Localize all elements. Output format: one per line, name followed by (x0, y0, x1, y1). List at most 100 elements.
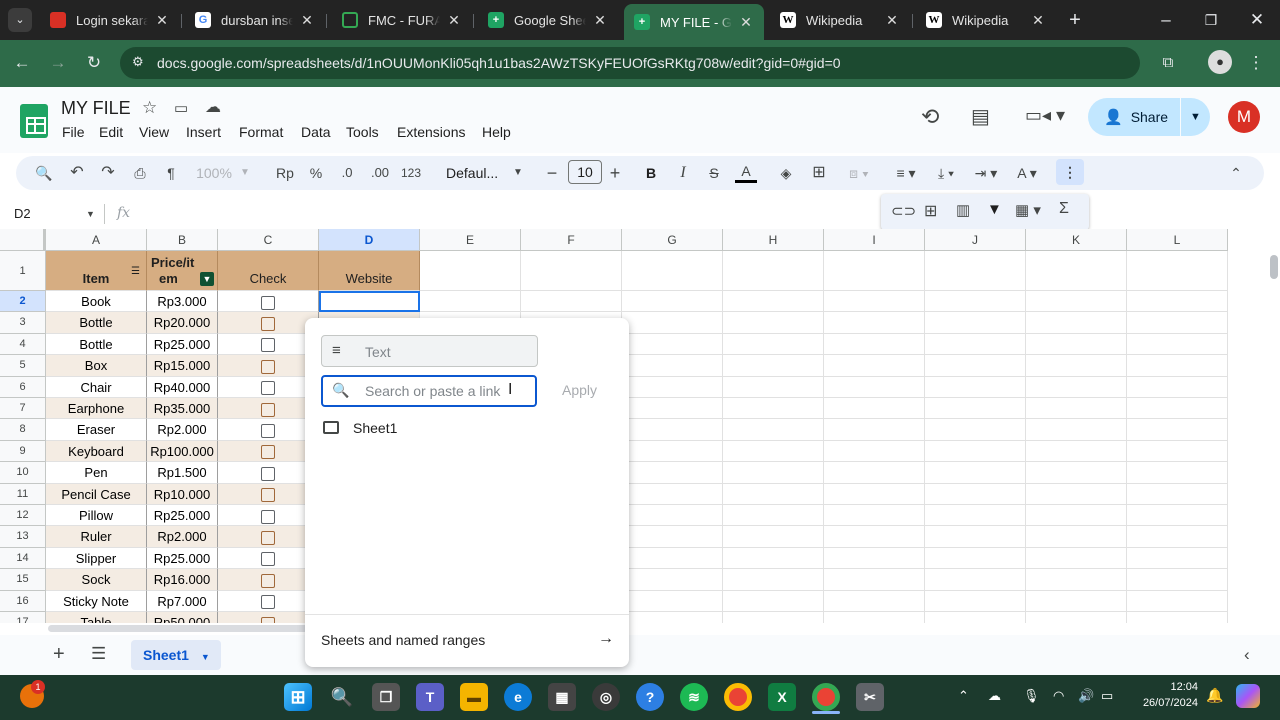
column-header[interactable]: J (925, 229, 1026, 251)
column-header[interactable]: G (622, 229, 723, 251)
column-header[interactable]: K (1026, 229, 1127, 251)
cell[interactable] (925, 569, 1026, 591)
address-bar[interactable]: ⚙ docs.google.com/spreadsheets/d/1nOUUMo… (120, 47, 1140, 79)
fill-color-icon[interactable]: ◈ (776, 163, 796, 183)
price-cell[interactable]: Rp2.000 (147, 419, 218, 441)
checkbox[interactable] (261, 316, 275, 331)
cell[interactable] (1127, 569, 1228, 591)
cell[interactable] (1127, 590, 1228, 612)
price-cell[interactable]: Rp20.000 (147, 312, 218, 334)
zoom-select[interactable]: 100% (192, 163, 236, 183)
price-cell[interactable]: Rp100.000 (147, 440, 218, 463)
add-sheet-icon[interactable]: + (53, 643, 65, 666)
browser-tab-active[interactable]: + MY FILE - Google ✕ (624, 4, 764, 40)
wifi-icon[interactable]: ◠ (1053, 688, 1064, 704)
close-icon[interactable]: ✕ (738, 14, 754, 31)
cell[interactable] (723, 462, 824, 484)
cell[interactable] (723, 505, 824, 527)
price-cell[interactable]: Rp16.000 (147, 569, 218, 591)
cell[interactable] (925, 251, 1026, 291)
row-header[interactable]: 17 (0, 612, 46, 623)
name-box[interactable]: D2 (14, 206, 31, 221)
redo-icon[interactable]: ↷ (98, 163, 118, 183)
restore-icon[interactable]: ❐ (1199, 8, 1223, 32)
checkbox[interactable] (261, 595, 275, 610)
filter-views-icon[interactable]: ▦ ▾ (1015, 201, 1041, 219)
clock-date[interactable]: 26/07/2024 (1128, 697, 1198, 709)
cell[interactable] (723, 398, 824, 420)
vertical-scrollbar-thumb[interactable] (1270, 255, 1278, 279)
decrease-font-size-icon[interactable]: − (543, 163, 561, 183)
cell[interactable] (1026, 251, 1127, 291)
cell[interactable] (1026, 291, 1127, 313)
cell[interactable] (1026, 312, 1127, 334)
cell[interactable] (420, 251, 521, 291)
checkbox[interactable] (261, 445, 275, 460)
filter-icon[interactable]: ▼ (987, 201, 1002, 218)
cell[interactable] (824, 526, 925, 548)
cell[interactable] (925, 526, 1026, 548)
menu-tools[interactable]: Tools (346, 124, 379, 140)
name-box-dropdown-icon[interactable]: ▼ (86, 209, 95, 219)
search-menus-icon[interactable]: 🔍 (34, 163, 54, 183)
menu-format[interactable]: Format (239, 124, 283, 140)
column-header[interactable]: L (1127, 229, 1228, 251)
font-dropdown-icon[interactable]: ▼ (511, 163, 525, 183)
row-header[interactable]: 12 (0, 505, 46, 527)
checkbox[interactable] (261, 359, 275, 374)
cell[interactable] (1127, 483, 1228, 505)
apply-button[interactable]: Apply (562, 382, 597, 398)
column-header[interactable]: H (723, 229, 824, 251)
cell[interactable] (1127, 547, 1228, 570)
menu-insert[interactable]: Insert (186, 124, 221, 140)
move-folder-icon[interactable]: ▭ (174, 99, 188, 117)
increase-font-size-icon[interactable]: + (606, 163, 624, 183)
item-cell[interactable]: Pen (46, 462, 147, 484)
more-options-icon[interactable]: ⋮ (1056, 159, 1084, 185)
cell[interactable] (723, 419, 824, 441)
cell[interactable] (521, 291, 622, 313)
price-cell[interactable]: Rp25.000 (147, 505, 218, 527)
checkbox[interactable] (261, 530, 275, 545)
header-cell-price[interactable]: Price/it em ▼ (147, 251, 218, 291)
cell[interactable] (1127, 333, 1228, 356)
cell[interactable] (723, 251, 824, 291)
row-header[interactable]: 14 (0, 547, 46, 570)
cell[interactable] (1127, 251, 1228, 291)
browser-tab[interactable]: G dursban insekt ✕ (185, 6, 325, 34)
cell[interactable] (824, 333, 925, 356)
cell[interactable] (925, 612, 1026, 623)
sheet-tab-dropdown-icon[interactable]: ▼ (201, 652, 210, 662)
cell[interactable] (622, 376, 723, 398)
column-header[interactable]: E (420, 229, 521, 251)
cell[interactable] (723, 355, 824, 377)
cell[interactable] (1026, 419, 1127, 441)
site-info-icon[interactable]: ⚙ (132, 54, 144, 70)
cell[interactable] (925, 483, 1026, 505)
cell[interactable] (824, 440, 925, 463)
row-header[interactable]: 10 (0, 462, 46, 484)
cell[interactable] (824, 569, 925, 591)
copilot-icon[interactable] (1236, 684, 1260, 708)
menu-edit[interactable]: Edit (99, 124, 123, 140)
spreadsheet-grid[interactable]: ABCDEFGHIJKL 1 Item ☰ Price/it em ▼ Check Websi… (0, 229, 1268, 623)
chrome-icon[interactable] (724, 683, 752, 711)
minimize-icon[interactable]: – (1154, 8, 1178, 32)
checkbox-cell[interactable] (218, 355, 319, 377)
version-history-icon[interactable]: ⟲ (921, 104, 939, 130)
cell[interactable] (824, 483, 925, 505)
teams-icon[interactable]: T (416, 683, 444, 711)
cell[interactable] (925, 398, 1026, 420)
active-filter-icon[interactable]: ▼ (200, 272, 214, 286)
help-icon[interactable]: ? (636, 683, 664, 711)
cell[interactable] (622, 291, 723, 313)
functions-icon[interactable]: Σ (1059, 200, 1069, 218)
cell[interactable] (1026, 526, 1127, 548)
horizontal-align-icon[interactable]: ≡ ▾ (889, 163, 923, 183)
cell[interactable] (824, 251, 925, 291)
insert-link-icon[interactable]: ⊂⊃ (891, 202, 916, 220)
share-button[interactable]: 👤 Share ▼ (1088, 98, 1210, 136)
cell[interactable] (622, 398, 723, 420)
link-search-field[interactable]: 🔍 Search or paste a link I (321, 375, 537, 407)
cell[interactable] (1127, 526, 1228, 548)
